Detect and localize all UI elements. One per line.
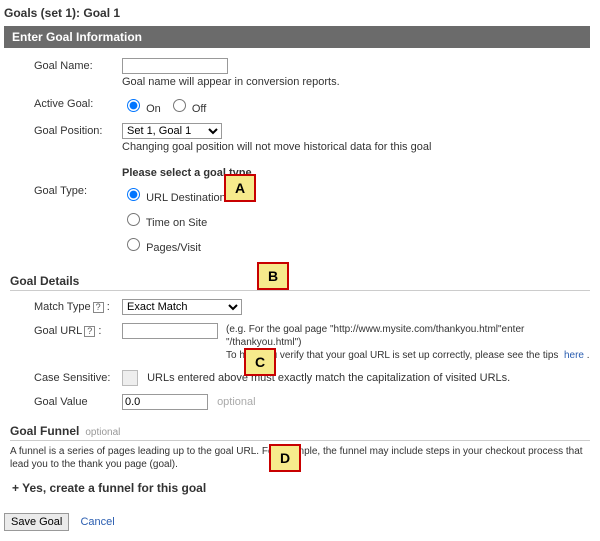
goal-position-hint: Changing goal position will not move his… bbox=[122, 141, 590, 153]
goal-type-time[interactable]: Time on Site bbox=[122, 217, 207, 229]
goal-url-input[interactable] bbox=[122, 323, 218, 339]
save-button[interactable]: Save Goal bbox=[4, 513, 69, 531]
active-goal-off[interactable]: Off bbox=[168, 103, 207, 115]
case-sensitive-desc: URLs entered above must exactly match th… bbox=[147, 372, 510, 384]
goal-value-input[interactable] bbox=[122, 394, 208, 410]
goal-url-label: Goal URL? : bbox=[34, 323, 122, 337]
goal-details-title: Goal Details bbox=[10, 274, 590, 291]
help-icon[interactable]: ? bbox=[93, 302, 104, 313]
section-header-enter-goal: Enter Goal Information bbox=[4, 26, 590, 48]
active-goal-label: Active Goal: bbox=[34, 96, 122, 110]
goal-type-url[interactable]: URL Destination bbox=[122, 192, 226, 204]
match-type-select[interactable]: Exact Match bbox=[122, 299, 242, 315]
active-goal-on[interactable]: On bbox=[122, 103, 161, 115]
goal-name-input[interactable] bbox=[122, 58, 228, 74]
match-type-label: Match Type? : bbox=[34, 299, 122, 313]
goal-value-label: Goal Value bbox=[34, 394, 122, 408]
goal-value-optional: optional bbox=[217, 396, 256, 408]
goal-type-prompt: Please select a goal type bbox=[122, 167, 590, 179]
case-sensitive-checkbox[interactable] bbox=[122, 370, 138, 386]
help-icon[interactable]: ? bbox=[84, 326, 95, 337]
goal-position-label: Goal Position: bbox=[34, 123, 122, 137]
goal-type-pages[interactable]: Pages/Visit bbox=[122, 242, 201, 254]
annotation-c: C bbox=[244, 348, 276, 376]
goal-url-tips-link[interactable]: here bbox=[564, 350, 584, 361]
annotation-a: A bbox=[224, 174, 256, 202]
goal-type-label: Goal Type: bbox=[34, 167, 122, 197]
page-title: Goals (set 1): Goal 1 bbox=[4, 6, 590, 20]
case-sensitive-label: Case Sensitive: bbox=[34, 370, 122, 384]
annotation-d: D bbox=[269, 444, 301, 472]
goal-funnel-title: Goal Funneloptional bbox=[10, 424, 590, 441]
goal-funnel-toggle[interactable]: + Yes, create a funnel for this goal bbox=[12, 481, 590, 495]
annotation-b: B bbox=[257, 262, 289, 290]
goal-name-hint: Goal name will appear in conversion repo… bbox=[122, 76, 590, 88]
goal-name-label: Goal Name: bbox=[34, 58, 122, 72]
cancel-link[interactable]: Cancel bbox=[80, 516, 114, 528]
goal-url-hint-eg: (e.g. For the goal page "http://www.mysi… bbox=[226, 323, 590, 349]
goal-position-select[interactable]: Set 1, Goal 1 bbox=[122, 123, 222, 139]
